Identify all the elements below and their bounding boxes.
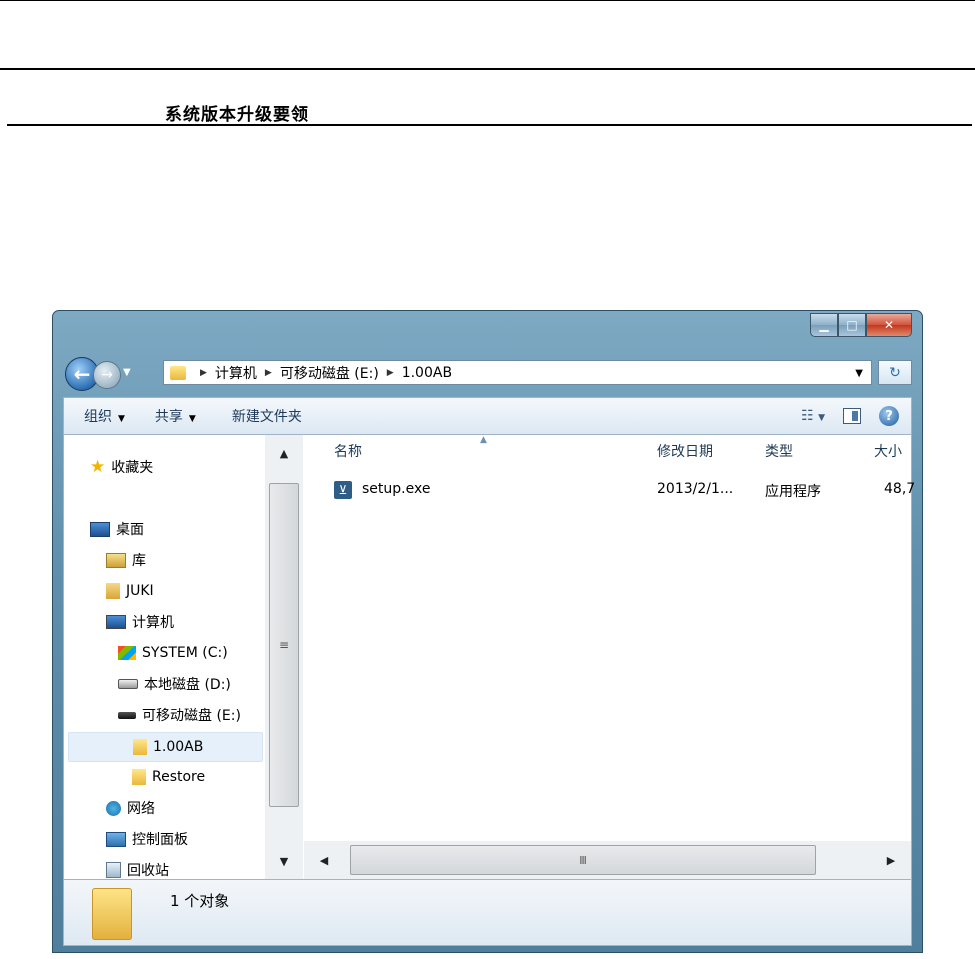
nav-item-recycle-bin[interactable]: 回收站 <box>106 856 169 879</box>
nav-item-system-c[interactable]: SYSTEM (C:) <box>118 639 228 667</box>
nav-item-computer[interactable]: 计算机 <box>106 608 174 636</box>
hard-disk-icon <box>118 679 138 689</box>
details-pane: 1 个对象 <box>63 879 912 946</box>
column-header-type[interactable]: 类型 <box>765 441 793 461</box>
table-row[interactable]: ⊻ setup.exe 2013/2/1... 应用程序 48,7 <box>334 481 915 507</box>
document-title: 系统版本升级要领 <box>165 105 309 125</box>
nav-item-desktop[interactable]: 桌面 <box>90 515 144 543</box>
breadcrumb-computer[interactable]: 计算机 <box>215 363 257 383</box>
chevron-down-icon: ▼ <box>188 414 196 424</box>
scroll-right-button[interactable]: ▶ <box>877 841 905 879</box>
command-bar: 组织 ▼ 共享 ▼ 新建文件夹 ☷ ▼ ? <box>63 397 912 435</box>
nav-item-favorites[interactable]: ★ 收藏夹 <box>90 453 153 481</box>
breadcrumb-separator-icon[interactable]: ▶ <box>265 368 272 378</box>
folder-icon <box>92 888 132 940</box>
scroll-left-button[interactable]: ◀ <box>310 841 338 879</box>
column-header-modified[interactable]: 修改日期 <box>657 441 713 461</box>
column-header-size[interactable]: 大小 <box>874 441 902 461</box>
header-top-rule <box>0 0 975 1</box>
file-list-scrollbar[interactable]: ◀ Ⅲ ▶ <box>304 841 911 879</box>
close-button[interactable]: ✕ <box>866 313 912 337</box>
breadcrumb: ▶ 计算机 ▶ 可移动磁盘 (E:) ▶ 1.00AB <box>192 363 452 383</box>
forward-button[interactable]: → <box>93 361 121 389</box>
removable-disk-icon <box>118 711 136 719</box>
library-icon <box>106 552 126 568</box>
item-count: 1 个对象 <box>170 892 230 910</box>
header-rule <box>0 68 975 70</box>
file-modified: 2013/2/1... <box>657 481 734 497</box>
nav-item-restore[interactable]: Restore <box>132 763 205 791</box>
desktop-icon <box>90 521 110 537</box>
explorer-window: ▁ □ ✕ ← → ▼ ▶ 计算机 ▶ 可移动磁盘 (E:) ▶ 1.00AB … <box>52 310 923 953</box>
nav-item-folder-100ab[interactable]: 1.00AB <box>68 732 263 762</box>
minimize-button[interactable]: ▁ <box>810 313 838 337</box>
address-row: ← → ▼ ▶ 计算机 ▶ 可移动磁盘 (E:) ▶ 1.00AB ▼ ↻ <box>63 355 912 391</box>
scrollbar-thumb[interactable]: Ⅲ <box>350 845 816 875</box>
network-icon <box>106 800 121 816</box>
navigation-pane: ★ 收藏夹 桌面 库 JUKI 计算机 SYSTEM (C:) 本地磁盘 (D:… <box>64 435 303 879</box>
title-underline <box>7 124 972 126</box>
organize-menu[interactable]: 组织 ▼ <box>84 406 125 426</box>
nav-item-library[interactable]: 库 <box>106 546 146 574</box>
chevron-down-icon: ▼ <box>118 414 125 424</box>
setup-app-icon: ⊻ <box>334 481 352 499</box>
refresh-button[interactable]: ↻ <box>878 360 912 385</box>
caption-buttons: ▁ □ ✕ <box>810 313 912 337</box>
user-folder-icon <box>106 583 120 599</box>
control-panel-icon <box>106 831 126 847</box>
breadcrumb-separator-icon[interactable]: ▶ <box>200 368 207 378</box>
file-size: 48,7 <box>884 481 916 497</box>
recycle-bin-icon <box>106 862 121 878</box>
scrollbar-grip: Ⅲ <box>579 853 587 867</box>
breadcrumb-drive[interactable]: 可移动磁盘 (E:) <box>280 363 379 383</box>
column-header-name[interactable]: 名称 <box>334 441 362 461</box>
folder-icon <box>133 739 147 755</box>
nav-item-control-panel[interactable]: 控制面板 <box>106 825 188 853</box>
nav-item-local-d[interactable]: 本地磁盘 (D:) <box>118 670 231 698</box>
scrollbar-grip: ≡ <box>278 638 290 652</box>
views-icon[interactable]: ☷ ▼ <box>801 408 825 424</box>
folder-icon <box>132 769 146 785</box>
sort-arrow-icon: ▲ <box>480 435 487 445</box>
star-icon: ★ <box>90 457 106 477</box>
file-list-pane: ▲ 名称 修改日期 类型 大小 ⊻ setup.exe 2013/2/1... … <box>304 435 915 879</box>
nav-item-removable-e[interactable]: 可移动磁盘 (E:) <box>118 701 241 729</box>
scrollbar-thumb[interactable]: ≡ <box>269 483 299 807</box>
system-drive-icon <box>118 646 136 660</box>
nav-item-juki[interactable]: JUKI <box>106 577 154 605</box>
address-bar[interactable]: ▶ 计算机 ▶ 可移动磁盘 (E:) ▶ 1.00AB ▼ <box>163 360 872 385</box>
maximize-button[interactable]: □ <box>838 313 866 337</box>
breadcrumb-folder[interactable]: 1.00AB <box>402 365 452 381</box>
file-type: 应用程序 <box>765 484 821 500</box>
file-name: setup.exe <box>362 481 431 497</box>
nav-item-network[interactable]: 网络 <box>106 794 155 822</box>
view-controls: ☷ ▼ ? <box>801 406 899 426</box>
address-dropdown-icon[interactable]: ▼ <box>855 368 863 379</box>
new-folder-button[interactable]: 新建文件夹 <box>232 406 302 426</box>
computer-icon <box>106 615 126 629</box>
explorer-body: ★ 收藏夹 桌面 库 JUKI 计算机 SYSTEM (C:) 本地磁盘 (D:… <box>63 435 915 879</box>
help-icon[interactable]: ? <box>879 406 899 426</box>
recent-pages-dropdown[interactable]: ▼ <box>123 367 131 378</box>
share-menu[interactable]: 共享 ▼ <box>155 406 196 426</box>
scroll-down-button[interactable]: ▼ <box>265 843 303 879</box>
breadcrumb-separator-icon[interactable]: ▶ <box>387 368 394 378</box>
preview-pane-icon[interactable] <box>843 408 861 424</box>
folder-icon <box>170 365 186 380</box>
scroll-up-button[interactable]: ▲ <box>265 435 303 471</box>
nav-pane-scrollbar[interactable]: ▲ ≡ ▼ <box>265 435 303 879</box>
